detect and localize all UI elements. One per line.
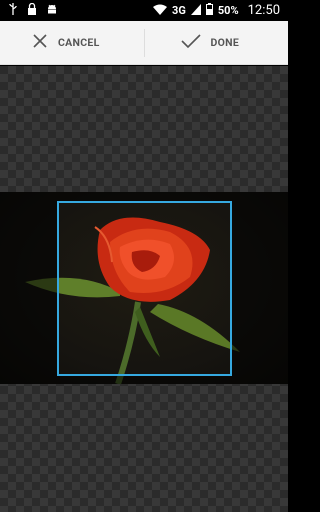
- crop-dim-top: [0, 192, 288, 201]
- network-type: 3G: [172, 4, 186, 17]
- status-bar: 3G 50% 12:50: [0, 0, 288, 21]
- crop-selection-box[interactable]: [57, 201, 232, 376]
- cancel-label: CANCEL: [58, 36, 100, 49]
- battery-percent: 50%: [217, 4, 239, 17]
- crop-dim-right: [232, 201, 288, 376]
- action-bar: CANCEL DONE: [0, 21, 288, 65]
- done-label: DONE: [210, 36, 240, 49]
- usb-icon: [8, 3, 18, 18]
- cancel-button[interactable]: CANCEL: [0, 21, 144, 65]
- crop-dim-left: [0, 201, 57, 376]
- clock: 12:50: [247, 3, 280, 18]
- android-icon: [46, 3, 58, 18]
- lock-icon: [27, 2, 37, 18]
- crop-dim-bottom: [0, 376, 288, 384]
- check-icon: [180, 33, 201, 52]
- done-button[interactable]: DONE: [145, 21, 289, 65]
- signal-icon: [190, 3, 201, 18]
- close-icon: [32, 33, 48, 52]
- battery-icon: [205, 3, 213, 18]
- wifi-icon: [153, 4, 168, 18]
